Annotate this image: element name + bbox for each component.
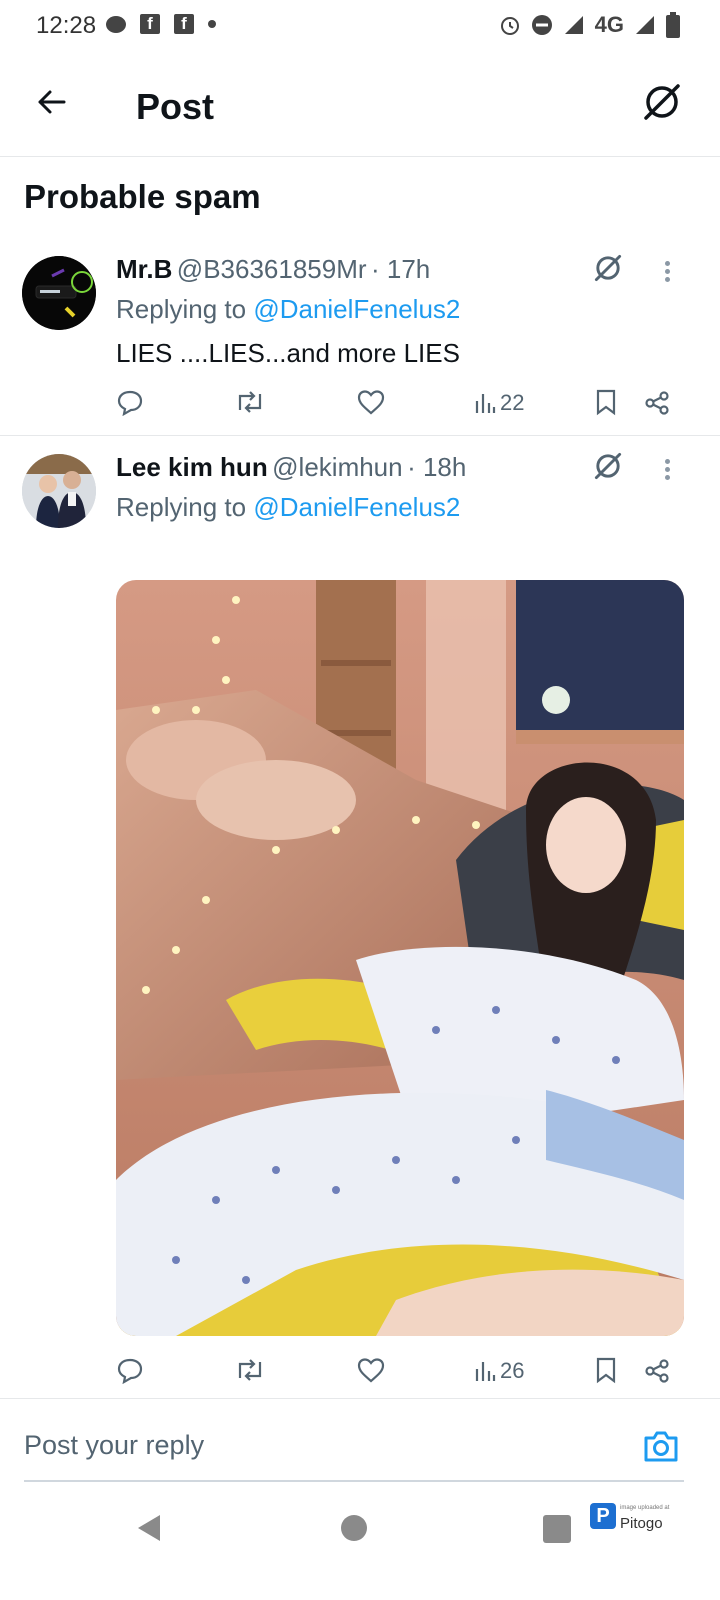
- author-handle[interactable]: @lekimhun: [272, 452, 402, 482]
- dot-icon: [208, 20, 216, 28]
- replying-prefix: Replying to: [116, 492, 247, 522]
- views-count[interactable]: 26: [474, 1358, 524, 1384]
- avatar[interactable]: [22, 256, 96, 330]
- back-arrow-icon[interactable]: [34, 84, 70, 120]
- post-time: · 18h: [407, 452, 467, 482]
- post-media-image[interactable]: [116, 580, 684, 1336]
- grok-icon[interactable]: [592, 252, 624, 284]
- post-time: · 17h: [370, 254, 431, 284]
- pitogo-watermark: P image uploaded at Pitogo: [590, 1500, 669, 1532]
- author-handle[interactable]: @B36361859Mr: [177, 254, 367, 284]
- grok-icon[interactable]: [640, 80, 684, 124]
- pitogo-text: image uploaded at Pitogo: [620, 1500, 669, 1532]
- more-options-icon[interactable]: [665, 456, 671, 483]
- views-icon: [475, 1362, 496, 1381]
- tweet-text: LIES ....LIES...and more LIES: [116, 338, 460, 368]
- chat-bubble-icon: [106, 15, 126, 33]
- page-title: Post: [136, 86, 215, 127]
- reply-icon[interactable]: [116, 388, 144, 416]
- repost-icon[interactable]: [234, 388, 266, 416]
- views-count[interactable]: 22: [474, 390, 524, 416]
- do-not-disturb-icon: [531, 15, 552, 35]
- views-value: 26: [500, 1358, 525, 1383]
- camera-icon[interactable]: [642, 1428, 680, 1464]
- divider: [0, 1398, 720, 1399]
- views-icon: [475, 394, 496, 413]
- network-type: 4G: [594, 12, 624, 37]
- pitogo-logo-icon: P: [590, 1503, 616, 1529]
- replying-prefix: Replying to: [116, 294, 247, 324]
- mention-link[interactable]: @DanielFenelus2: [253, 492, 460, 522]
- facebook-icon: f: [174, 14, 194, 34]
- bookmark-icon[interactable]: [594, 388, 618, 416]
- reply-underline: [24, 1480, 684, 1482]
- repost-icon[interactable]: [234, 1356, 266, 1384]
- reply-input[interactable]: Post your reply: [24, 1430, 204, 1461]
- section-title: Probable spam: [24, 178, 261, 215]
- status-left-icons: f f: [106, 14, 216, 34]
- tweet-meta: Mr.B @B36361859Mr · 17h: [116, 254, 430, 285]
- like-icon[interactable]: [356, 1356, 386, 1384]
- post-header: [0, 60, 720, 157]
- bookmark-icon[interactable]: [594, 1356, 618, 1384]
- recents-square-icon[interactable]: [542, 1514, 572, 1544]
- back-triangle-icon[interactable]: [134, 1512, 164, 1544]
- pitogo-brand: Pitogo: [620, 1515, 663, 1532]
- divider: [0, 435, 720, 436]
- author-name[interactable]: Mr.B: [116, 254, 172, 284]
- battery-icon: [666, 12, 680, 38]
- facebook-icon: f: [140, 14, 160, 34]
- tweet-meta: Lee kim hun @lekimhun · 18h: [116, 452, 466, 483]
- replying-to: Replying to @DanielFenelus2: [116, 294, 460, 325]
- avatar[interactable]: [22, 454, 96, 528]
- alarm-icon: [500, 17, 519, 35]
- views-value: 22: [500, 390, 525, 415]
- status-right-icons: 4G: [499, 12, 680, 38]
- replying-to: Replying to @DanielFenelus2: [116, 492, 460, 523]
- reply-icon[interactable]: [116, 1356, 144, 1384]
- status-time: 12:28: [36, 12, 97, 39]
- data-arrows-icon: [636, 16, 654, 34]
- pitogo-small-text: image uploaded at: [620, 1505, 670, 1511]
- grok-icon[interactable]: [592, 450, 624, 482]
- more-options-icon[interactable]: [665, 258, 671, 285]
- mention-link[interactable]: @DanielFenelus2: [253, 294, 460, 324]
- home-circle-icon[interactable]: [340, 1514, 368, 1542]
- like-icon[interactable]: [356, 388, 386, 416]
- signal-icon: [564, 16, 583, 34]
- share-icon[interactable]: [644, 1358, 670, 1384]
- author-name[interactable]: Lee kim hun: [116, 452, 268, 482]
- share-icon[interactable]: [644, 390, 670, 416]
